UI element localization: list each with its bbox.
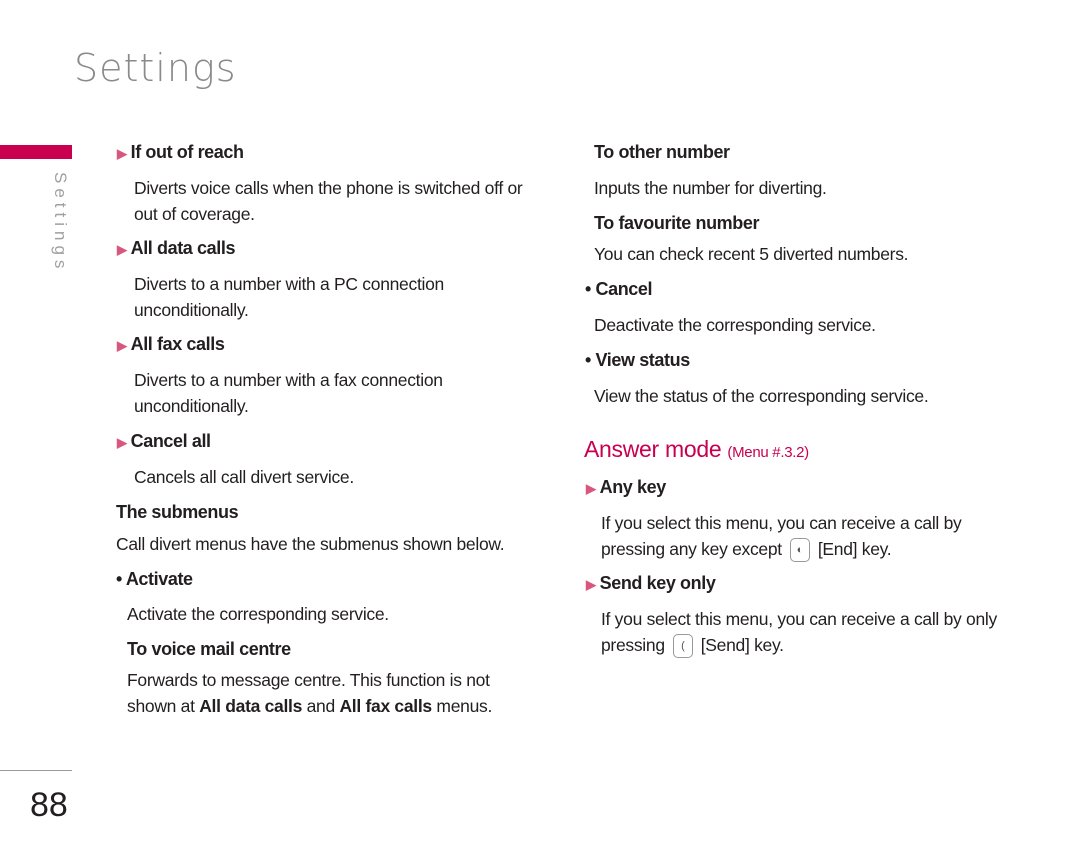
heading-cancel: • Cancel — [585, 279, 653, 299]
paragraph: Call divert menus have the submenus show… — [116, 534, 505, 554]
triangle-bullet-icon: ▶ — [117, 146, 127, 161]
heading-all-data-calls: ▶ All data calls — [117, 238, 236, 258]
manual-page: Settings Settings 88 ▶ If out of reach Di… — [0, 0, 1080, 864]
heading-view-status: • View status — [585, 350, 690, 370]
paragraph: Diverts to a number with a PC connection… — [134, 274, 444, 320]
heading-submenus: The submenus — [116, 502, 239, 522]
paragraph: Cancels all call divert service. — [134, 467, 354, 487]
triangle-bullet-icon: ▶ — [586, 481, 596, 496]
end-key-icon: ◐ — [789, 538, 810, 563]
paragraph: Activate the corresponding service. — [127, 604, 389, 624]
divider — [0, 770, 72, 771]
paragraph: Deactivate the corresponding service. — [594, 315, 876, 335]
heading-send-key-only: ▶ Send key only — [586, 573, 716, 593]
side-label: Settings — [51, 172, 70, 274]
triangle-bullet-icon: ▶ — [586, 577, 596, 592]
heading-voice-mail: To voice mail centre — [127, 639, 291, 659]
page-number: 88 — [30, 786, 68, 824]
heading-any-key: ▶ Any key — [586, 477, 666, 497]
heading-if-out-of-reach: ▶ If out of reach — [117, 142, 244, 162]
section-marker — [0, 145, 72, 159]
paragraph: View the status of the corresponding ser… — [594, 386, 929, 406]
heading-cancel-all: ▶ Cancel all — [117, 431, 211, 451]
section-heading-answer-mode: Answer mode (Menu #.3.2) — [584, 436, 809, 462]
paragraph: Inputs the number for diverting. — [594, 178, 827, 198]
heading-favourite-number: To favourite number — [594, 213, 760, 233]
paragraph: If you select this menu, you can receive… — [601, 510, 962, 563]
paragraph: Forwards to message centre. This functio… — [127, 670, 493, 716]
heading-all-fax-calls: ▶ All fax calls — [117, 334, 225, 354]
heading-activate: • Activate — [116, 569, 193, 589]
paragraph: If you select this menu, you can receive… — [601, 606, 997, 659]
paragraph: Diverts to a number with a fax connectio… — [134, 370, 443, 416]
paragraph: You can check recent 5 diverted numbers. — [594, 244, 909, 264]
send-key-icon: ( — [672, 634, 693, 659]
paragraph: Diverts voice calls when the phone is sw… — [134, 178, 523, 224]
triangle-bullet-icon: ▶ — [117, 338, 127, 353]
triangle-bullet-icon: ▶ — [117, 242, 127, 257]
heading-other-number: To other number — [594, 142, 730, 162]
page-title: Settings — [74, 46, 237, 90]
triangle-bullet-icon: ▶ — [117, 435, 127, 450]
